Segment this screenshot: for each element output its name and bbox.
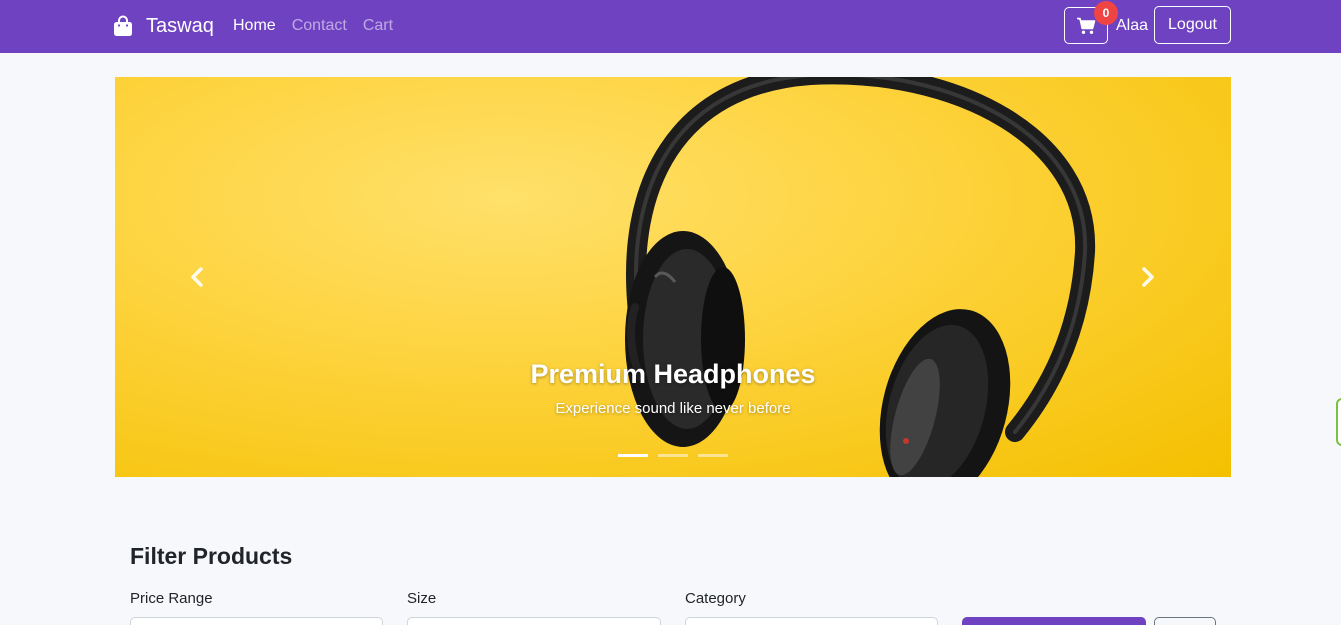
brand-link[interactable]: Taswaq [113, 13, 214, 39]
username: Alaa [1116, 17, 1149, 34]
size-select[interactable] [407, 617, 661, 625]
carousel-indicator[interactable] [618, 454, 648, 457]
side-feedback-tab[interactable] [1336, 398, 1341, 446]
size-label: Size [407, 590, 437, 607]
navbar: Taswaq Home Contact Cart 0 Alaa Logout [0, 0, 1341, 53]
price-range-label: Price Range [130, 590, 213, 607]
chevron-right-icon[interactable] [1135, 265, 1159, 289]
nav-link-home[interactable]: Home [233, 15, 276, 37]
hero-carousel: Premium Headphones Experience sound like… [115, 77, 1231, 477]
reset-filter-button[interactable] [1154, 617, 1216, 625]
nav-link-cart[interactable]: Cart [363, 15, 393, 37]
cart-icon [1077, 17, 1096, 34]
carousel-indicator[interactable] [698, 454, 728, 457]
apply-filter-button[interactable] [962, 617, 1146, 625]
brand-name: Taswaq [146, 15, 214, 37]
nav-link-contact[interactable]: Contact [292, 15, 347, 37]
carousel-indicators [618, 454, 738, 457]
category-label: Category [685, 590, 746, 607]
logout-button[interactable]: Logout [1154, 6, 1231, 44]
carousel-indicator[interactable] [658, 454, 688, 457]
chevron-left-icon[interactable] [186, 265, 210, 289]
category-select[interactable] [685, 617, 938, 625]
shopping-bag-icon [114, 15, 132, 36]
cart-count-badge: 0 [1094, 1, 1118, 25]
filter-title: Filter Products [130, 543, 293, 569]
price-range-input[interactable] [130, 617, 383, 625]
carousel-title: Premium Headphones [530, 359, 816, 389]
carousel-subtitle: Experience sound like never before [555, 400, 791, 417]
nav-links: Home Contact Cart [233, 15, 409, 37]
